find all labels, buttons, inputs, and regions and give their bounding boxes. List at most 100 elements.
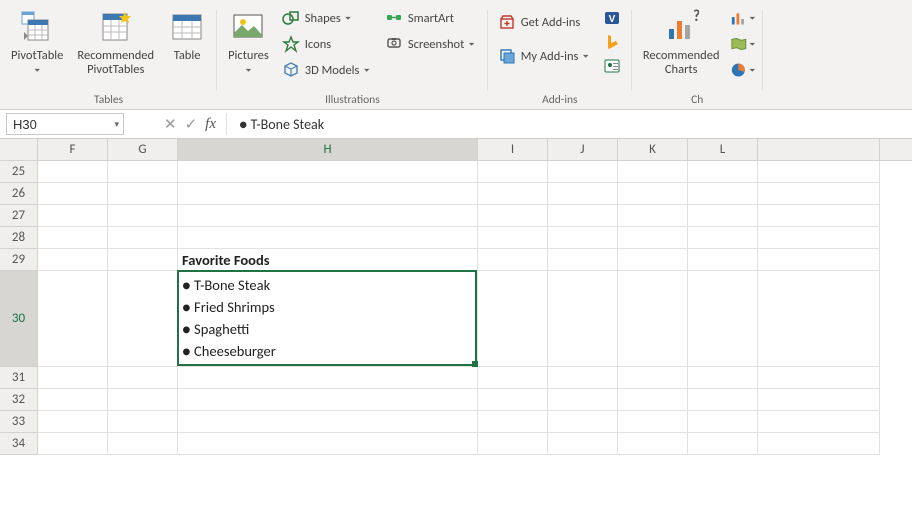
cell[interactable] [178,183,478,205]
cell[interactable] [548,227,618,249]
cell[interactable] [38,161,108,183]
cell[interactable] [548,161,618,183]
cell[interactable] [478,433,548,455]
row-header[interactable]: 34 [0,433,37,455]
cell[interactable] [548,271,618,367]
cell[interactable] [618,271,688,367]
row-header[interactable]: 32 [0,389,37,411]
cell[interactable] [478,161,548,183]
cell[interactable] [108,433,178,455]
cell[interactable] [688,183,758,205]
column-header[interactable]: L [688,139,758,160]
cell[interactable] [548,249,618,271]
cell[interactable] [758,367,880,389]
cell[interactable] [108,411,178,433]
recommended-pivottables-button[interactable]: Recommended PivotTables [72,4,159,78]
cell[interactable] [108,183,178,205]
cell[interactable] [478,271,548,367]
row-header[interactable]: 33 [0,411,37,433]
cell[interactable] [38,433,108,455]
cell[interactable] [38,205,108,227]
cell[interactable] [548,205,618,227]
smartart-button[interactable]: SmartArt [381,6,482,30]
pictures-button[interactable]: Pictures⏷ [223,4,274,78]
bing-addin-icon[interactable] [602,32,622,52]
cell[interactable] [548,433,618,455]
cell[interactable] [548,389,618,411]
cell[interactable] [688,389,758,411]
pie-chart-button[interactable]: ⏷ [729,58,757,82]
cell[interactable] [108,367,178,389]
cell[interactable] [38,249,108,271]
get-addins-button[interactable]: Get Add-ins [494,10,596,34]
formula-input[interactable]: ● T-Bone Steak [227,110,912,138]
screenshot-button[interactable]: Screenshot ⏷ [381,32,482,56]
cell[interactable] [478,389,548,411]
cell[interactable] [618,227,688,249]
pivottable-button[interactable]: PivotTable⏷ [6,4,68,78]
column-header[interactable]: G [108,139,178,160]
cells-area[interactable]: Favorite Foods● T-Bone Steak● Fried Shri… [38,161,912,505]
cell[interactable] [108,161,178,183]
cell[interactable] [618,411,688,433]
people-addin-icon[interactable] [602,56,622,76]
name-box-input[interactable] [7,117,99,132]
cell[interactable] [688,249,758,271]
cell[interactable] [548,411,618,433]
cell[interactable] [178,367,478,389]
cell[interactable] [688,367,758,389]
cell[interactable] [618,205,688,227]
cell[interactable] [178,161,478,183]
row-header[interactable]: 30 [0,271,37,367]
column-header[interactable]: J [548,139,618,160]
cell[interactable] [38,271,108,367]
enter-icon[interactable]: ✓ [185,115,198,134]
column-header[interactable] [758,139,880,160]
spreadsheet-grid[interactable]: FGHIJKL 25262728293031323334 Favorite Fo… [0,139,912,505]
cell[interactable] [38,367,108,389]
cell[interactable] [758,205,880,227]
cell[interactable] [758,227,880,249]
cell[interactable] [478,367,548,389]
row-header[interactable]: 26 [0,183,37,205]
cell[interactable] [178,227,478,249]
cell[interactable] [478,227,548,249]
cell[interactable] [38,227,108,249]
column-header[interactable]: K [618,139,688,160]
cell[interactable] [618,183,688,205]
cell[interactable] [688,205,758,227]
row-header[interactable]: 25 [0,161,37,183]
name-box[interactable]: ▾ [6,113,124,135]
icons-button[interactable]: Icons [278,32,377,56]
cell[interactable] [618,161,688,183]
cell[interactable] [548,367,618,389]
cell[interactable] [108,389,178,411]
cell[interactable] [478,249,548,271]
cancel-icon[interactable]: ✕ [164,115,177,134]
column-chart-button[interactable]: ⏷ [729,6,757,30]
cell[interactable] [758,271,880,367]
cell[interactable] [38,411,108,433]
cell[interactable] [758,433,880,455]
visio-addin-icon[interactable]: V [602,8,622,28]
shapes-button[interactable]: Shapes ⏷ [278,6,377,30]
cell[interactable] [178,411,478,433]
my-addins-button[interactable]: My Add-ins ⏷ [494,44,596,68]
cell[interactable] [178,205,478,227]
cell[interactable] [478,411,548,433]
cell[interactable] [38,183,108,205]
recommended-charts-button[interactable]: ? Recommended Charts [638,4,725,78]
cell[interactable] [108,271,178,367]
select-all-corner[interactable] [0,139,38,161]
row-header[interactable]: 29 [0,249,37,271]
cell[interactable] [618,249,688,271]
cell[interactable] [478,205,548,227]
cell[interactable] [688,161,758,183]
column-header[interactable]: F [38,139,108,160]
cell[interactable] [758,161,880,183]
column-header[interactable]: H [178,139,478,160]
cell[interactable] [758,183,880,205]
cell[interactable] [548,183,618,205]
cell[interactable] [38,389,108,411]
3d-models-button[interactable]: 3D Models ⏷ [278,58,377,82]
